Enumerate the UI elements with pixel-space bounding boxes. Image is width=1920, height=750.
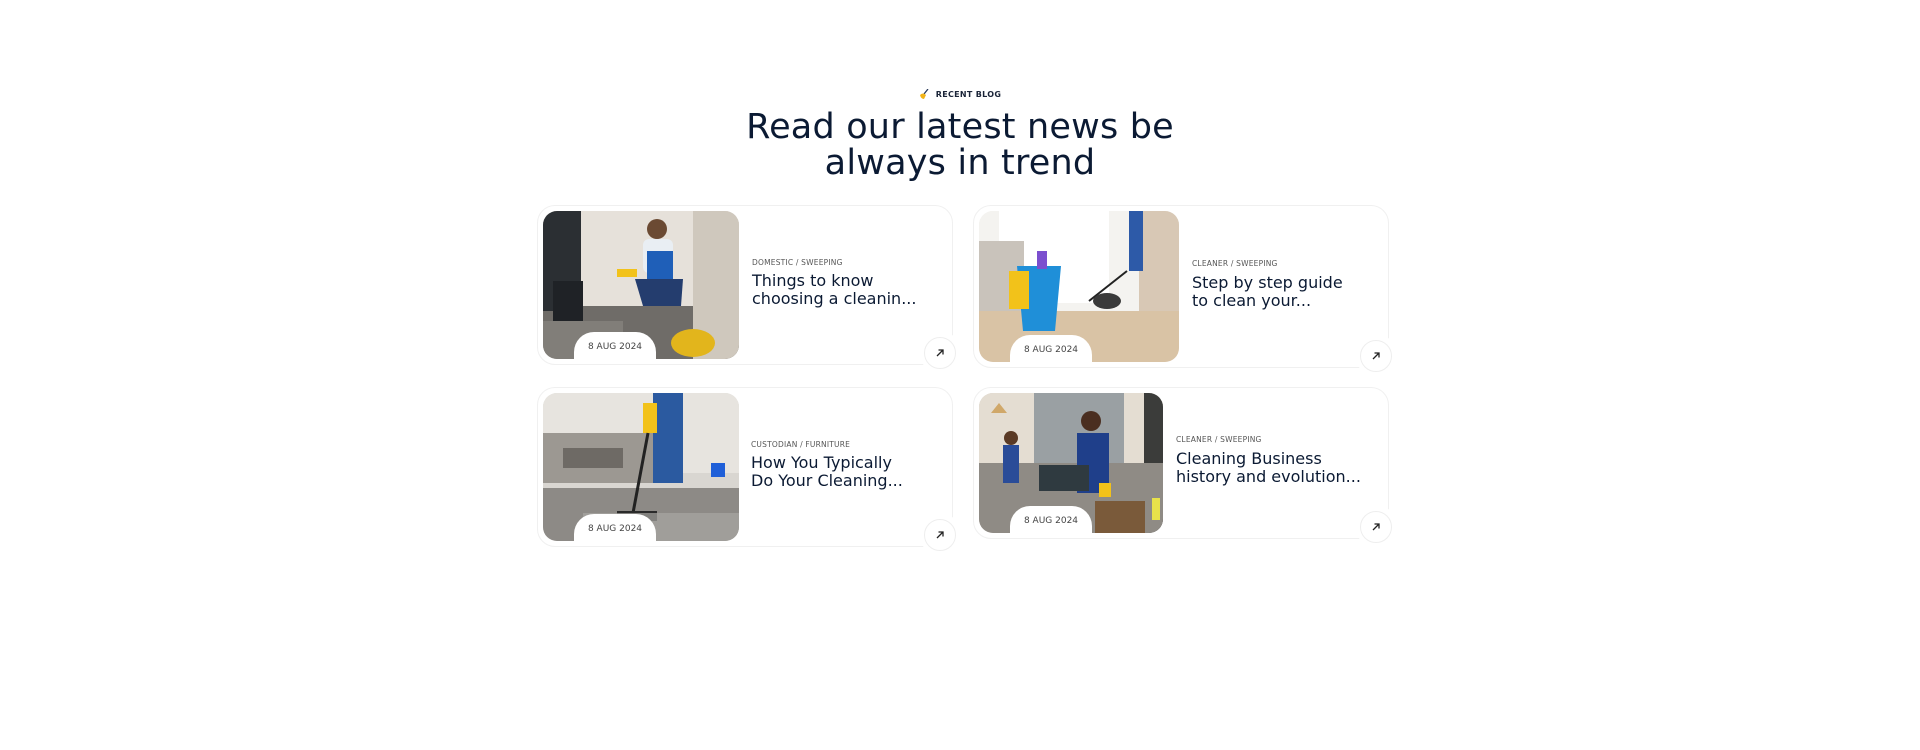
- post-date: 8 AUG 2024: [587, 342, 643, 352]
- eyebrow-label: RECENT BLOG: [935, 89, 1002, 99]
- post-title[interactable]: Step by step guide to clean your...: [1192, 274, 1343, 310]
- post-date: 8 AUG 2024: [1023, 516, 1079, 526]
- post-category[interactable]: CLEANER / SWEEPING: [1192, 259, 1278, 268]
- section-title: Read our latest news be always in trend: [746, 107, 1174, 183]
- section-eyebrow: RECENT BLOG: [919, 89, 1001, 99]
- broom-icon: [919, 89, 929, 99]
- arrow-up-right-icon: [936, 531, 944, 539]
- read-more-button[interactable]: [924, 519, 956, 551]
- post-category[interactable]: CLEANER / SWEEPING: [1176, 435, 1262, 444]
- arrow-up-right-icon: [936, 349, 944, 357]
- blog-card[interactable]: 8 AUG 2024 CLEANER / SWEEPING Cleaning B…: [973, 387, 1397, 547]
- blog-section-header: RECENT BLOG Read our latest news be alwa…: [0, 84, 1920, 181]
- arrow-up-right-icon: [1372, 523, 1380, 531]
- post-date-tab: 8 AUG 2024: [574, 514, 656, 542]
- post-date: 8 AUG 2024: [1023, 345, 1079, 355]
- post-date-tab: 8 AUG 2024: [1010, 335, 1092, 363]
- blog-card[interactable]: 8 AUG 2024 CUSTODIAN / FURNITURE How You…: [537, 387, 961, 555]
- post-date: 8 AUG 2024: [587, 524, 643, 534]
- arrow-up-right-icon: [1372, 352, 1380, 360]
- post-date-tab: 8 AUG 2024: [1010, 506, 1092, 534]
- read-more-button[interactable]: [924, 337, 956, 369]
- blog-card[interactable]: 8 AUG 2024 DOMESTIC / SWEEPING Things to…: [537, 205, 961, 373]
- post-title[interactable]: How You Typically Do Your Cleaning...: [751, 454, 903, 490]
- read-more-button[interactable]: [1360, 340, 1392, 372]
- post-category[interactable]: DOMESTIC / SWEEPING: [752, 258, 843, 267]
- post-title[interactable]: Cleaning Business history and evolution.…: [1176, 450, 1361, 486]
- post-category[interactable]: CUSTODIAN / FURNITURE: [751, 440, 850, 449]
- post-title[interactable]: Things to know choosing a cleanin...: [752, 272, 916, 308]
- read-more-button[interactable]: [1360, 511, 1392, 543]
- blog-card[interactable]: 8 AUG 2024 CLEANER / SWEEPING Step by st…: [973, 205, 1397, 376]
- post-date-tab: 8 AUG 2024: [574, 332, 656, 360]
